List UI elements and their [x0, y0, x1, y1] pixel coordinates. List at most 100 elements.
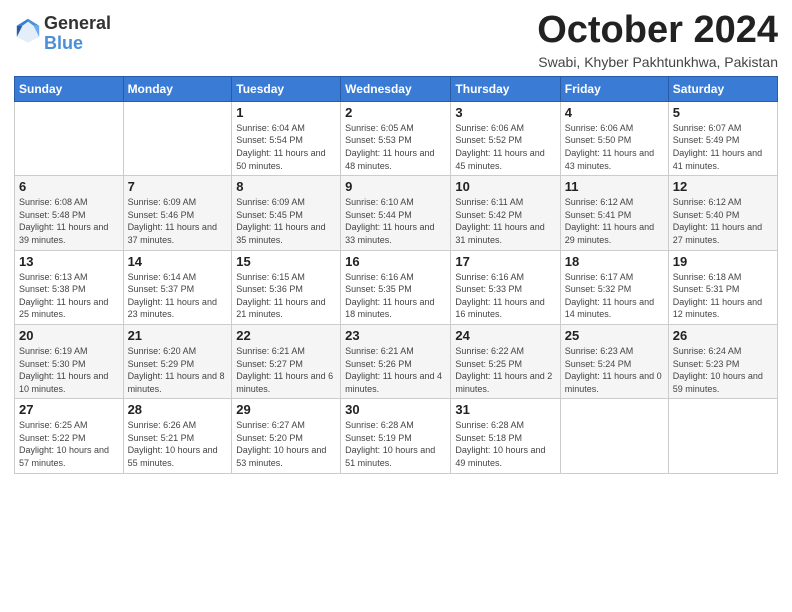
logo: General Blue — [14, 14, 111, 54]
col-tuesday: Tuesday — [232, 76, 341, 101]
day-info: Sunrise: 6:08 AM Sunset: 5:48 PM Dayligh… — [19, 196, 119, 246]
day-info: Sunrise: 6:07 AM Sunset: 5:49 PM Dayligh… — [673, 122, 773, 172]
page: General Blue October 2024 Swabi, Khyber … — [0, 0, 792, 612]
calendar-header-row: Sunday Monday Tuesday Wednesday Thursday… — [15, 76, 778, 101]
day-number: 12 — [673, 179, 773, 194]
day-info: Sunrise: 6:19 AM Sunset: 5:30 PM Dayligh… — [19, 345, 119, 395]
col-saturday: Saturday — [668, 76, 777, 101]
day-number: 28 — [128, 402, 228, 417]
table-row: 24 Sunrise: 6:22 AM Sunset: 5:25 PM Dayli… — [451, 324, 560, 398]
table-row: 4 Sunrise: 6:06 AM Sunset: 5:50 PM Daylig… — [560, 101, 668, 175]
day-number: 4 — [565, 105, 664, 120]
day-number: 8 — [236, 179, 336, 194]
table-row: 15 Sunrise: 6:15 AM Sunset: 5:36 PM Dayli… — [232, 250, 341, 324]
calendar-week-row: 20 Sunrise: 6:19 AM Sunset: 5:30 PM Dayli… — [15, 324, 778, 398]
calendar-week-row: 1 Sunrise: 6:04 AM Sunset: 5:54 PM Daylig… — [15, 101, 778, 175]
calendar-week-row: 13 Sunrise: 6:13 AM Sunset: 5:38 PM Dayli… — [15, 250, 778, 324]
col-friday: Friday — [560, 76, 668, 101]
day-number: 13 — [19, 254, 119, 269]
day-number: 18 — [565, 254, 664, 269]
logo-blue-text: Blue — [44, 34, 111, 54]
day-info: Sunrise: 6:06 AM Sunset: 5:52 PM Dayligh… — [455, 122, 555, 172]
col-sunday: Sunday — [15, 76, 124, 101]
day-info: Sunrise: 6:17 AM Sunset: 5:32 PM Dayligh… — [565, 271, 664, 321]
day-number: 24 — [455, 328, 555, 343]
location-subtitle: Swabi, Khyber Pakhtunkhwa, Pakistan — [537, 54, 778, 70]
day-info: Sunrise: 6:05 AM Sunset: 5:53 PM Dayligh… — [345, 122, 446, 172]
col-thursday: Thursday — [451, 76, 560, 101]
day-number: 29 — [236, 402, 336, 417]
day-info: Sunrise: 6:09 AM Sunset: 5:45 PM Dayligh… — [236, 196, 336, 246]
day-info: Sunrise: 6:14 AM Sunset: 5:37 PM Dayligh… — [128, 271, 228, 321]
day-info: Sunrise: 6:15 AM Sunset: 5:36 PM Dayligh… — [236, 271, 336, 321]
day-info: Sunrise: 6:26 AM Sunset: 5:21 PM Dayligh… — [128, 419, 228, 469]
table-row: 5 Sunrise: 6:07 AM Sunset: 5:49 PM Daylig… — [668, 101, 777, 175]
logo-icon — [14, 16, 42, 44]
day-info: Sunrise: 6:09 AM Sunset: 5:46 PM Dayligh… — [128, 196, 228, 246]
day-info: Sunrise: 6:04 AM Sunset: 5:54 PM Dayligh… — [236, 122, 336, 172]
day-number: 14 — [128, 254, 228, 269]
table-row: 8 Sunrise: 6:09 AM Sunset: 5:45 PM Daylig… — [232, 176, 341, 250]
day-info: Sunrise: 6:20 AM Sunset: 5:29 PM Dayligh… — [128, 345, 228, 395]
day-info: Sunrise: 6:27 AM Sunset: 5:20 PM Dayligh… — [236, 419, 336, 469]
table-row: 20 Sunrise: 6:19 AM Sunset: 5:30 PM Dayli… — [15, 324, 124, 398]
table-row: 17 Sunrise: 6:16 AM Sunset: 5:33 PM Dayli… — [451, 250, 560, 324]
day-info: Sunrise: 6:12 AM Sunset: 5:41 PM Dayligh… — [565, 196, 664, 246]
day-info: Sunrise: 6:21 AM Sunset: 5:26 PM Dayligh… — [345, 345, 446, 395]
logo-general-text: General — [44, 14, 111, 34]
table-row: 14 Sunrise: 6:14 AM Sunset: 5:37 PM Dayli… — [123, 250, 232, 324]
day-number: 11 — [565, 179, 664, 194]
table-row: 22 Sunrise: 6:21 AM Sunset: 5:27 PM Dayli… — [232, 324, 341, 398]
calendar-week-row: 6 Sunrise: 6:08 AM Sunset: 5:48 PM Daylig… — [15, 176, 778, 250]
day-number: 20 — [19, 328, 119, 343]
day-number: 5 — [673, 105, 773, 120]
day-number: 17 — [455, 254, 555, 269]
calendar-week-row: 27Sunrise: 6:25 AM Sunset: 5:22 PM Dayli… — [15, 399, 778, 473]
day-number: 15 — [236, 254, 336, 269]
day-info: Sunrise: 6:23 AM Sunset: 5:24 PM Dayligh… — [565, 345, 664, 395]
day-number: 2 — [345, 105, 446, 120]
day-number: 16 — [345, 254, 446, 269]
table-row: 16 Sunrise: 6:16 AM Sunset: 5:35 PM Dayli… — [341, 250, 451, 324]
day-number: 9 — [345, 179, 446, 194]
day-info: Sunrise: 6:28 AM Sunset: 5:19 PM Dayligh… — [345, 419, 446, 469]
calendar-table: Sunday Monday Tuesday Wednesday Thursday… — [14, 76, 778, 474]
day-number: 7 — [128, 179, 228, 194]
table-row: 7 Sunrise: 6:09 AM Sunset: 5:46 PM Daylig… — [123, 176, 232, 250]
day-info: Sunrise: 6:12 AM Sunset: 5:40 PM Dayligh… — [673, 196, 773, 246]
day-number: 19 — [673, 254, 773, 269]
table-row: 19 Sunrise: 6:18 AM Sunset: 5:31 PM Dayli… — [668, 250, 777, 324]
table-row: 30 Sunrise: 6:28 AM Sunset: 5:19 PM Dayli… — [341, 399, 451, 473]
day-info: Sunrise: 6:25 AM Sunset: 5:22 PM Dayligh… — [19, 419, 119, 469]
table-row — [15, 101, 124, 175]
day-info: Sunrise: 6:10 AM Sunset: 5:44 PM Dayligh… — [345, 196, 446, 246]
table-row: 3Sunrise: 6:06 AM Sunset: 5:52 PM Daylig… — [451, 101, 560, 175]
day-info: Sunrise: 6:22 AM Sunset: 5:25 PM Dayligh… — [455, 345, 555, 395]
day-info: Sunrise: 6:11 AM Sunset: 5:42 PM Dayligh… — [455, 196, 555, 246]
table-row — [668, 399, 777, 473]
logo-text: General Blue — [44, 14, 111, 54]
table-row: 21Sunrise: 6:20 AM Sunset: 5:29 PM Dayli… — [123, 324, 232, 398]
day-info: Sunrise: 6:16 AM Sunset: 5:33 PM Dayligh… — [455, 271, 555, 321]
table-row: 11 Sunrise: 6:12 AM Sunset: 5:41 PM Dayli… — [560, 176, 668, 250]
day-info: Sunrise: 6:18 AM Sunset: 5:31 PM Dayligh… — [673, 271, 773, 321]
table-row: 29 Sunrise: 6:27 AM Sunset: 5:20 PM Dayli… — [232, 399, 341, 473]
day-info: Sunrise: 6:06 AM Sunset: 5:50 PM Dayligh… — [565, 122, 664, 172]
day-info: Sunrise: 6:21 AM Sunset: 5:27 PM Dayligh… — [236, 345, 336, 395]
table-row: 6 Sunrise: 6:08 AM Sunset: 5:48 PM Daylig… — [15, 176, 124, 250]
table-row: 13 Sunrise: 6:13 AM Sunset: 5:38 PM Dayli… — [15, 250, 124, 324]
table-row — [560, 399, 668, 473]
day-number: 1 — [236, 105, 336, 120]
day-info: Sunrise: 6:24 AM Sunset: 5:23 PM Dayligh… — [673, 345, 773, 395]
day-number: 25 — [565, 328, 664, 343]
table-row: 18 Sunrise: 6:17 AM Sunset: 5:32 PM Dayli… — [560, 250, 668, 324]
day-info: Sunrise: 6:13 AM Sunset: 5:38 PM Dayligh… — [19, 271, 119, 321]
day-number: 30 — [345, 402, 446, 417]
table-row: 25 Sunrise: 6:23 AM Sunset: 5:24 PM Dayli… — [560, 324, 668, 398]
day-number: 6 — [19, 179, 119, 194]
day-info: Sunrise: 6:16 AM Sunset: 5:35 PM Dayligh… — [345, 271, 446, 321]
table-row — [123, 101, 232, 175]
table-row: 2 Sunrise: 6:05 AM Sunset: 5:53 PM Daylig… — [341, 101, 451, 175]
day-number: 22 — [236, 328, 336, 343]
month-title: October 2024 — [537, 10, 778, 52]
